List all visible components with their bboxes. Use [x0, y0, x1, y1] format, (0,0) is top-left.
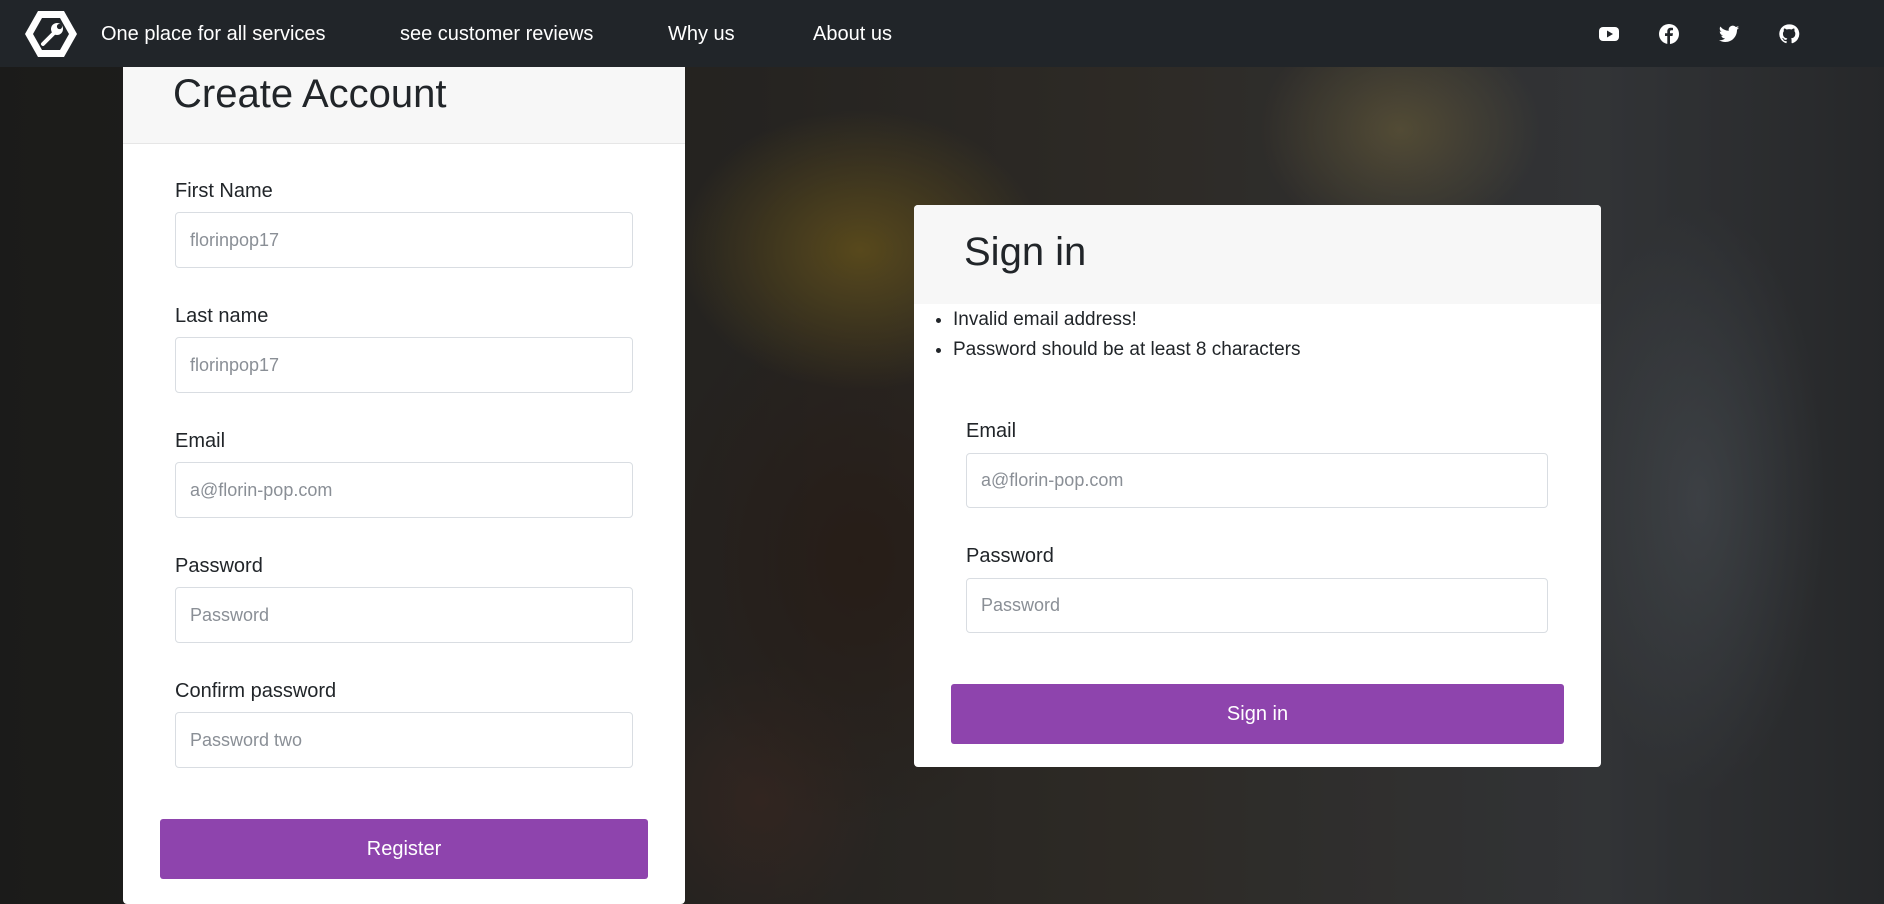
twitter-icon — [1718, 25, 1740, 42]
error-message: Password should be at least 8 characters — [953, 335, 1300, 365]
sign-in-header: Sign in — [914, 205, 1601, 304]
hexagon-wrench-icon — [25, 11, 77, 57]
last-name-field[interactable] — [175, 337, 633, 393]
top-navbar: One place for all services see customer … — [0, 0, 1884, 67]
sign-in-title: Sign in — [964, 230, 1087, 274]
create-account-card: Create Account First Name Last name Emai… — [123, 60, 685, 904]
sign-in-email-label: Email — [966, 420, 1017, 442]
sign-in-email-field[interactable] — [966, 453, 1548, 508]
create-account-header: Create Account — [123, 60, 685, 144]
nav-link-why-us[interactable]: Why us — [668, 22, 735, 46]
sign-in-password-field[interactable] — [966, 578, 1548, 633]
create-account-title: Create Account — [173, 72, 447, 116]
last-name-label: Last name — [175, 305, 269, 327]
sign-in-button[interactable]: Sign in — [951, 684, 1564, 744]
register-email-field[interactable] — [175, 462, 633, 518]
twitter-link[interactable] — [1718, 23, 1740, 45]
sign-in-password-label: Password — [966, 545, 1054, 567]
youtube-link[interactable] — [1598, 23, 1620, 45]
github-link[interactable] — [1778, 23, 1800, 45]
register-password-label: Password — [175, 555, 263, 577]
facebook-icon — [1659, 24, 1679, 44]
nav-link-reviews[interactable]: see customer reviews — [400, 22, 593, 46]
youtube-icon — [1599, 27, 1619, 41]
brand-logo[interactable] — [24, 8, 78, 60]
register-email-label: Email — [175, 430, 226, 452]
register-button[interactable]: Register — [160, 819, 648, 879]
confirm-password-label: Confirm password — [175, 680, 337, 702]
nav-link-services[interactable]: One place for all services — [101, 22, 326, 46]
facebook-link[interactable] — [1658, 23, 1680, 45]
error-message: Invalid email address! — [953, 305, 1300, 335]
sign-in-card: Sign in Invalid email address! Password … — [914, 205, 1601, 767]
github-icon — [1779, 24, 1800, 44]
error-list: Invalid email address! Password should b… — [925, 305, 1300, 365]
nav-link-about-us[interactable]: About us — [813, 22, 892, 46]
first-name-field[interactable] — [175, 212, 633, 268]
first-name-label: First Name — [175, 180, 273, 202]
confirm-password-field[interactable] — [175, 712, 633, 768]
register-password-field[interactable] — [175, 587, 633, 643]
